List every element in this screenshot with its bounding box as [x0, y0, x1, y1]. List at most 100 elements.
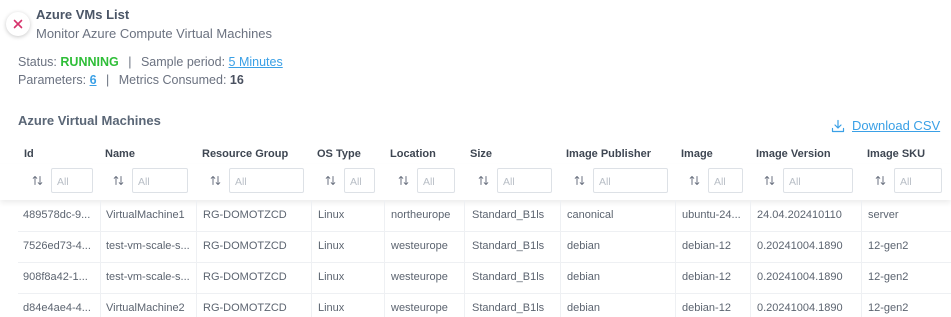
- table-cell-size: Standard_B1ls: [472, 302, 545, 314]
- sort-icon[interactable]: [687, 174, 701, 188]
- filter-cell-image-sku: [873, 168, 942, 193]
- table-cell-os-type: Linux: [318, 271, 345, 283]
- table-cell-image: debian-12: [682, 240, 731, 252]
- column-header-location[interactable]: Location: [390, 148, 436, 160]
- table-cell-location: westeurope: [391, 302, 448, 314]
- filter-input-image-sku[interactable]: [894, 168, 942, 193]
- filter-input-size[interactable]: [497, 168, 552, 193]
- row-divider: [18, 293, 951, 294]
- filter-cell-image: [687, 168, 743, 193]
- parameters-line: Parameters: 6 | Metrics Consumed: 16: [18, 73, 244, 87]
- column-header-image-version[interactable]: Image Version: [756, 148, 831, 160]
- filter-input-resource-group[interactable]: [229, 168, 304, 193]
- column-header-image-publisher[interactable]: Image Publisher: [566, 148, 651, 160]
- table-cell-name: test-vm-scale-s...: [106, 240, 190, 252]
- sort-icon[interactable]: [873, 174, 887, 188]
- table-cell-resource-group: RG-DOMOTZCD: [203, 209, 287, 221]
- table-cell-size: Standard_B1ls: [472, 271, 545, 283]
- table-cell-id: 908f8a42-1...: [23, 271, 88, 283]
- filter-input-os-type[interactable]: [344, 168, 375, 193]
- column-header-name[interactable]: Name: [105, 148, 135, 160]
- status-line: Status: RUNNING | Sample period: 5 Minut…: [18, 55, 283, 69]
- table-cell-resource-group: RG-DOMOTZCD: [203, 240, 287, 252]
- status-label: Status:: [18, 55, 57, 69]
- table-cell-image-sku: server: [868, 209, 899, 221]
- table-cell-image: debian-12: [682, 271, 731, 283]
- filter-cell-name: [111, 168, 188, 193]
- table-cell-image-sku: 12-gen2: [868, 240, 909, 252]
- column-divider: [464, 200, 465, 317]
- metrics-value: 16: [229, 73, 244, 87]
- column-header-os-type[interactable]: OS Type: [317, 148, 361, 160]
- close-button[interactable]: [6, 12, 30, 36]
- column-divider: [675, 200, 676, 317]
- table-cell-location: northeurope: [391, 209, 451, 221]
- sort-icon[interactable]: [30, 174, 44, 188]
- table-cell-name: VirtualMachine2: [106, 302, 185, 314]
- column-header-image[interactable]: Image: [681, 148, 713, 160]
- table-cell-name: VirtualMachine1: [106, 209, 185, 221]
- table-cell-id: 489578dc-9...: [23, 209, 91, 221]
- filter-input-image[interactable]: [708, 168, 743, 193]
- table-cell-image-version: 0.20241004.1890: [757, 271, 843, 283]
- column-divider: [100, 200, 101, 317]
- column-divider: [560, 200, 561, 317]
- filter-cell-image-publisher: [572, 168, 668, 193]
- sort-icon[interactable]: [572, 174, 586, 188]
- column-header-size[interactable]: Size: [470, 148, 492, 160]
- table-cell-image-publisher: debian: [567, 302, 601, 314]
- column-header-image-sku[interactable]: Image SKU: [867, 148, 925, 160]
- sort-icon[interactable]: [208, 174, 222, 188]
- table-cell-location: westeurope: [391, 271, 448, 283]
- table-cell-size: Standard_B1ls: [472, 240, 545, 252]
- sample-period-label: Sample period:: [140, 55, 226, 69]
- column-header-id[interactable]: Id: [24, 148, 34, 160]
- filter-cell-id: [30, 168, 93, 193]
- table-cell-location: westeurope: [391, 240, 448, 252]
- table-cell-os-type: Linux: [318, 240, 345, 252]
- table-cell-image-version: 0.20241004.1890: [757, 240, 843, 252]
- table-cell-image-publisher: canonical: [567, 209, 614, 221]
- table-cell-image: ubuntu-24...: [682, 209, 741, 221]
- parameters-label: Parameters:: [18, 73, 87, 87]
- column-header-resource-group[interactable]: Resource Group: [202, 148, 288, 160]
- sort-icon[interactable]: [762, 174, 776, 188]
- download-icon: [831, 119, 845, 132]
- sample-period-link[interactable]: 5 Minutes: [229, 55, 283, 69]
- section-title: Azure Virtual Machines: [18, 113, 161, 128]
- sort-icon[interactable]: [111, 174, 125, 188]
- filter-input-id[interactable]: [51, 168, 93, 193]
- table-cell-image-version: 0.20241004.1890: [757, 302, 843, 314]
- status-badge: RUNNING: [60, 55, 119, 69]
- page-subtitle: Monitor Azure Compute Virtual Machines: [36, 26, 273, 41]
- column-divider: [750, 200, 751, 317]
- filter-cell-image-version: [762, 168, 853, 193]
- filter-input-location[interactable]: [417, 168, 455, 193]
- table-cell-os-type: Linux: [318, 302, 345, 314]
- download-csv-button[interactable]: Download CSV: [831, 118, 940, 133]
- table-cell-image-version: 24.04.202410110: [757, 209, 842, 221]
- table-cell-image-publisher: debian: [567, 240, 601, 252]
- metrics-label: Metrics Consumed:: [118, 73, 227, 87]
- page-title: Azure VMs List: [36, 7, 130, 22]
- filter-cell-os-type: [323, 168, 375, 193]
- column-divider: [384, 200, 385, 317]
- table-cell-resource-group: RG-DOMOTZCD: [203, 302, 287, 314]
- download-csv-label: Download CSV: [852, 118, 941, 133]
- column-divider: [311, 200, 312, 317]
- parameters-link[interactable]: 6: [90, 73, 97, 87]
- close-icon: [13, 19, 23, 29]
- table-cell-image-publisher: debian: [567, 271, 601, 283]
- sort-icon[interactable]: [396, 174, 410, 188]
- row-divider: [18, 262, 951, 263]
- table-cell-resource-group: RG-DOMOTZCD: [203, 271, 287, 283]
- table-cell-image-sku: 12-gen2: [868, 271, 909, 283]
- row-divider: [18, 231, 951, 232]
- filter-cell-size: [476, 168, 552, 193]
- table-cell-id: 7526ed73-4...: [23, 240, 91, 252]
- filter-input-name[interactable]: [132, 168, 188, 193]
- sort-icon[interactable]: [476, 174, 490, 188]
- filter-input-image-publisher[interactable]: [593, 168, 668, 193]
- sort-icon[interactable]: [323, 174, 337, 188]
- filter-input-image-version[interactable]: [783, 168, 853, 193]
